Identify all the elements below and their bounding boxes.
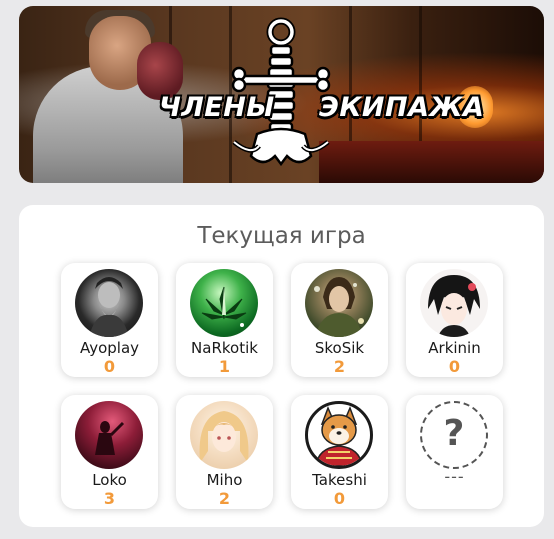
player-score: 0 xyxy=(333,489,346,508)
player-name: Takeshi xyxy=(312,471,367,489)
green-leaf-avatar xyxy=(190,269,258,337)
player-name: SkoSik xyxy=(314,339,365,357)
player-name: Loko xyxy=(92,471,127,489)
bearded-old-man-avatar xyxy=(75,269,143,337)
player-card-takeshi[interactable]: Takeshi 0 xyxy=(291,395,388,509)
player-name: --- xyxy=(444,467,465,486)
player-name: Miho xyxy=(206,471,243,489)
player-card-arkinin[interactable]: Arkinin 0 xyxy=(406,263,503,377)
anime-boy-avatar xyxy=(420,269,488,337)
player-score: 0 xyxy=(103,357,116,376)
player-name: Ayoplay xyxy=(79,339,140,357)
player-score: 1 xyxy=(218,357,231,376)
crew-members-banner: ЧЛЕНЫ ЭКИПАЖА xyxy=(19,6,544,183)
banner-title-left: ЧЛЕНЫ xyxy=(159,92,275,123)
player-card-empty-slot[interactable]: ? --- xyxy=(406,395,503,509)
player-card-skosik[interactable]: SkoSik 2 xyxy=(291,263,388,377)
forest-warrior-avatar xyxy=(305,269,373,337)
current-game-panel: Текущая игра Ayoplay 0 NaRkotik 1 SkoSik… xyxy=(19,205,544,527)
shiba-samurai-avatar xyxy=(305,401,373,469)
player-card-narkotik[interactable]: NaRkotik 1 xyxy=(176,263,273,377)
player-score: 3 xyxy=(103,489,116,508)
current-game-title: Текущая игра xyxy=(197,223,366,249)
player-card-ayoplay[interactable]: Ayoplay 0 xyxy=(61,263,158,377)
player-score: 2 xyxy=(333,357,346,376)
player-name: Arkinin xyxy=(428,339,481,357)
player-score: 0 xyxy=(448,357,461,376)
player-card-miho[interactable]: Miho 2 xyxy=(176,395,273,509)
blonde-anime-girl-avatar xyxy=(190,401,258,469)
question-mark-placeholder-icon: ? xyxy=(420,401,488,469)
player-card-loko[interactable]: Loko 3 xyxy=(61,395,158,509)
player-score: 2 xyxy=(218,489,231,508)
player-name: NaRkotik xyxy=(191,339,258,357)
red-stage-figure-avatar xyxy=(75,401,143,469)
banner-title-right: ЭКИПАЖА xyxy=(319,92,485,123)
question-mark-icon: ? xyxy=(443,413,465,454)
